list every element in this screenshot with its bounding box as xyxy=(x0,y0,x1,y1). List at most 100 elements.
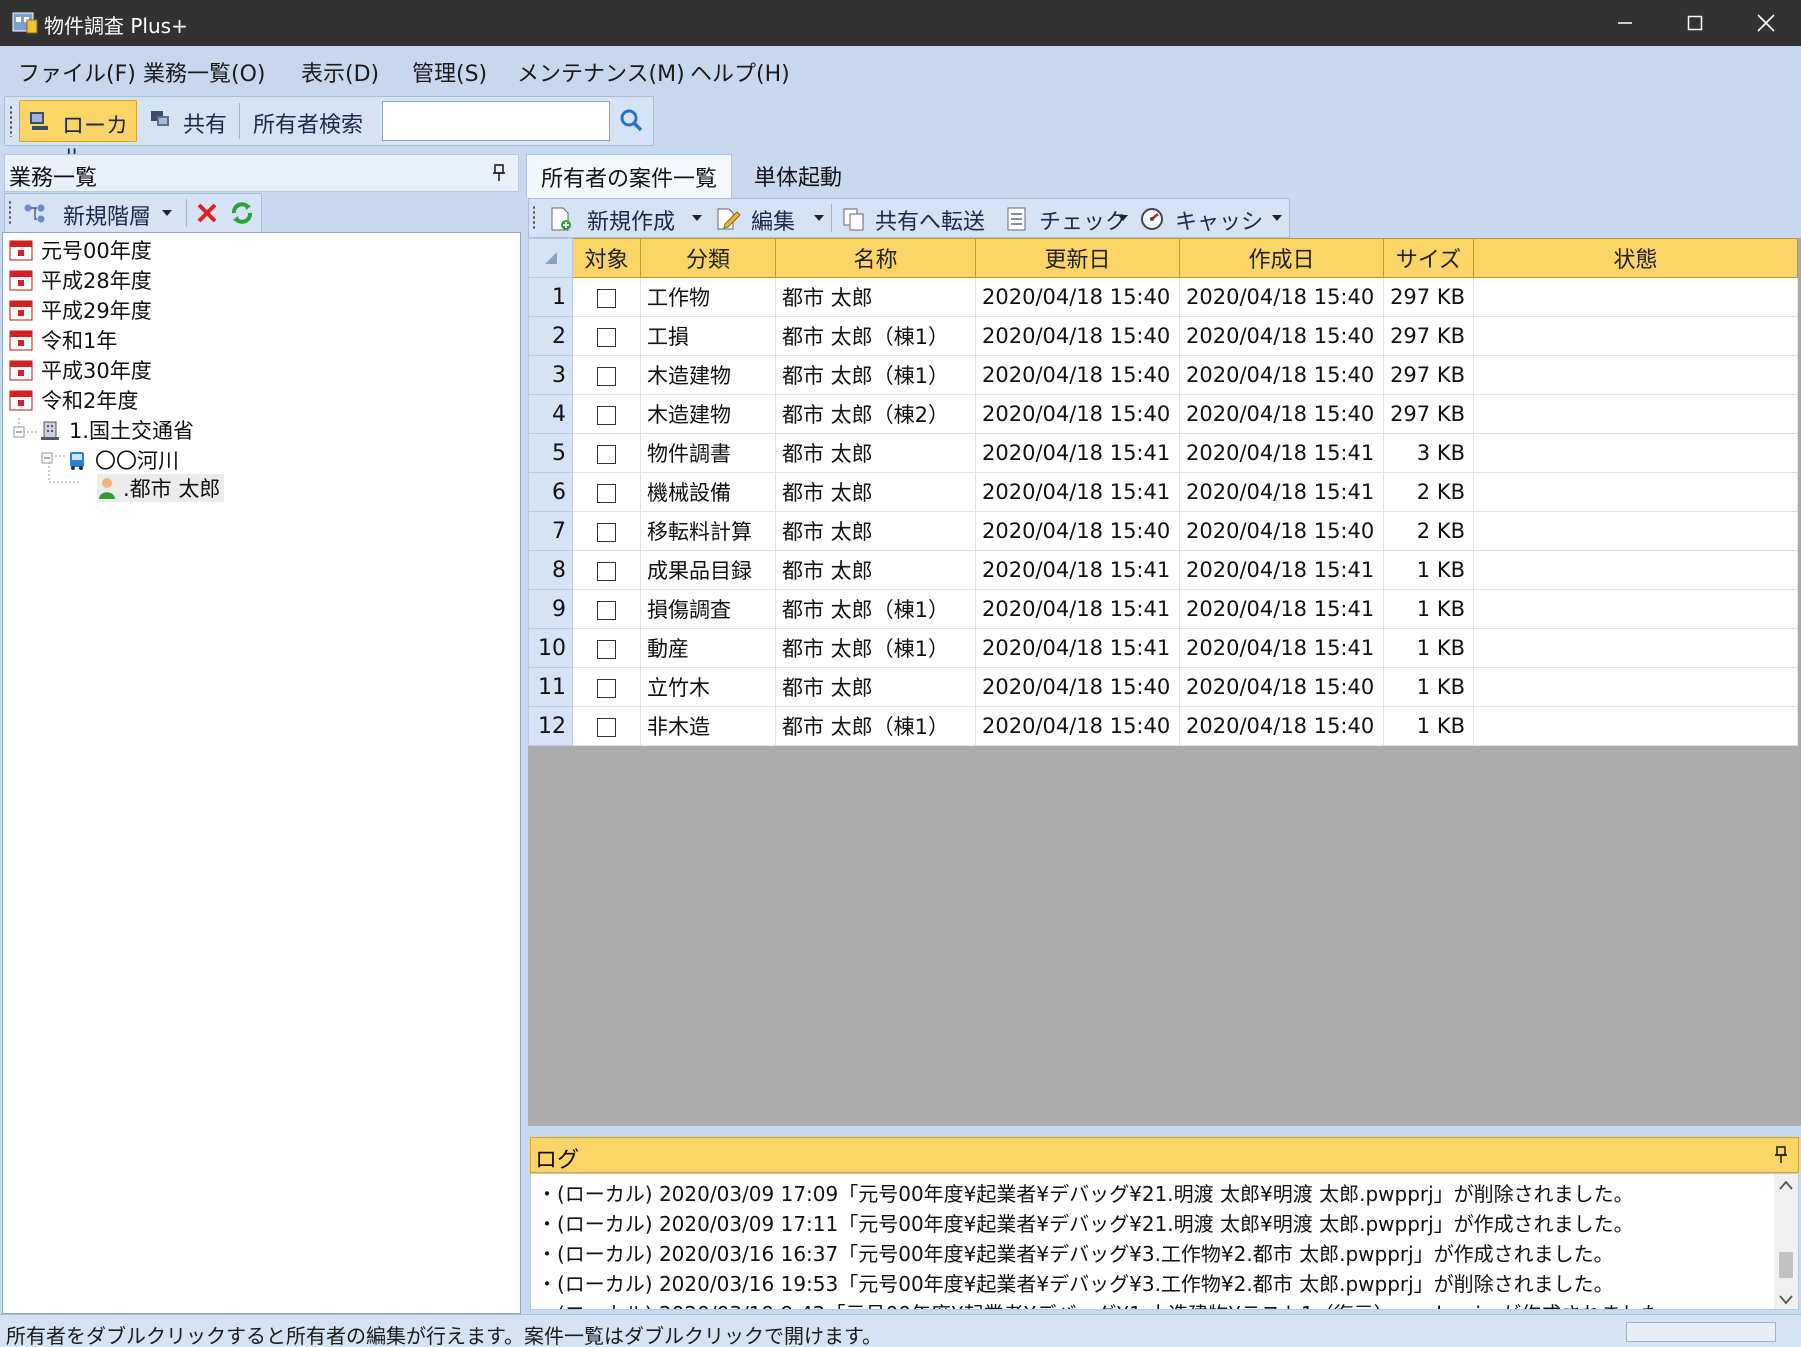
status-cell xyxy=(1473,316,1798,356)
scroll-down-icon[interactable] xyxy=(1779,1295,1793,1305)
menu-manage[interactable]: 管理(S) xyxy=(412,56,487,88)
tree-item-river[interactable]: 〇〇河川 xyxy=(67,446,179,474)
table-row[interactable]: 5 物件調書 都市 太郎 2020/04/18 15:41 2020/04/18 15:… xyxy=(528,433,1798,473)
cache-dropdown-icon[interactable] xyxy=(1271,213,1283,223)
row-checkbox[interactable] xyxy=(597,288,616,308)
new-level-button[interactable]: 新規階層 xyxy=(17,196,185,230)
column-header-target[interactable]: 対象 xyxy=(572,238,641,278)
maximize-icon xyxy=(1687,15,1703,31)
size-cell: 1 KB xyxy=(1383,628,1474,668)
cache-button[interactable]: キャッシュ xyxy=(1137,201,1273,267)
row-checkbox[interactable] xyxy=(597,600,616,620)
category-cell: 損傷調査 xyxy=(640,589,776,629)
toolbar-grip[interactable] xyxy=(9,105,13,137)
table-row[interactable]: 1 工作物 都市 太郎 2020/04/18 15:40 2020/04/18 15:4… xyxy=(528,277,1798,317)
owner-search-input[interactable] xyxy=(382,101,610,141)
row-checkbox[interactable] xyxy=(597,327,616,347)
row-checkbox[interactable] xyxy=(597,444,616,464)
projects-toolbar-grip[interactable] xyxy=(532,205,536,231)
table-row[interactable]: 11 立竹木 都市 太郎 2020/04/18 15:40 2020/04/18 15:… xyxy=(528,667,1798,707)
row-checkbox[interactable] xyxy=(597,639,616,659)
table-row[interactable]: 3 木造建物 都市 太郎（棟1） 2020/04/18 15:40 2020/04/18… xyxy=(528,355,1798,395)
table-row[interactable]: 12 非木造 都市 太郎（棟1） 2020/04/18 15:40 2020/04/18… xyxy=(528,706,1798,746)
menu-maintenance[interactable]: メンテナンス(M) xyxy=(517,56,685,88)
building-icon xyxy=(41,421,59,440)
row-checkbox[interactable] xyxy=(597,522,616,542)
new-level-label: 新規階層 xyxy=(63,205,152,230)
table-row[interactable]: 10 動産 都市 太郎（棟1） 2020/04/18 15:41 2020/04/18 … xyxy=(528,628,1798,668)
gauge-icon xyxy=(1141,208,1163,230)
new-create-button[interactable]: 新規作成 xyxy=(545,201,715,235)
updated-cell: 2020/04/18 15:41 xyxy=(975,550,1180,590)
column-header-created[interactable]: 作成日 xyxy=(1179,238,1384,278)
scroll-up-icon[interactable] xyxy=(1779,1180,1793,1190)
pin-icon[interactable] xyxy=(491,164,507,182)
status-cell xyxy=(1473,277,1798,317)
column-header-name[interactable]: 名称 xyxy=(775,238,976,278)
delete-icon[interactable] xyxy=(195,201,219,225)
search-button[interactable] xyxy=(614,103,650,139)
log-scrollbar[interactable] xyxy=(1774,1174,1798,1309)
check-label: チェック xyxy=(1039,210,1128,235)
column-header-updated[interactable]: 更新日 xyxy=(975,238,1180,278)
close-button[interactable] xyxy=(1731,0,1801,46)
table-row[interactable]: 4 木造建物 都市 太郎（棟2） 2020/04/18 15:40 2020/04/18… xyxy=(528,394,1798,434)
row-checkbox[interactable] xyxy=(597,483,616,503)
log-pin-icon[interactable] xyxy=(1773,1146,1789,1164)
new-level-dropdown-icon[interactable] xyxy=(161,208,173,218)
tab-owner-projects[interactable]: 所有者の案件一覧 xyxy=(526,154,733,198)
table-row[interactable]: 7 移転料計算 都市 太郎 2020/04/18 15:40 2020/04/18 15… xyxy=(528,511,1798,551)
maximize-button[interactable] xyxy=(1660,0,1730,46)
category-cell: 機械設備 xyxy=(640,472,776,512)
local-button[interactable]: ローカル xyxy=(19,100,137,171)
tree-item-year[interactable]: 平成30年度 xyxy=(9,356,152,384)
name-cell: 都市 太郎（棟2） xyxy=(775,394,976,434)
transfer-to-shared-button[interactable]: 共有へ転送 xyxy=(839,201,1001,235)
refresh-icon[interactable] xyxy=(229,200,255,226)
row-checkbox-cell xyxy=(572,628,641,668)
status-cell xyxy=(1473,433,1798,473)
tree-item-ministry[interactable]: 1.国土交通省 xyxy=(39,416,194,444)
tree-item-owner[interactable]: .都市 太郎 xyxy=(97,474,225,502)
menu-help[interactable]: ヘルプ(H) xyxy=(690,56,790,88)
tree-item-year[interactable]: 令和2年度 xyxy=(9,386,138,414)
computer-icon xyxy=(30,112,48,130)
tree-item-year[interactable]: 令和1年 xyxy=(9,326,117,354)
jobs-toolbar-grip[interactable] xyxy=(8,200,12,226)
menu-jobs[interactable]: 業務一覧(O) xyxy=(143,56,265,88)
table-row[interactable]: 6 機械設備 都市 太郎 2020/04/18 15:41 2020/04/18 15:… xyxy=(528,472,1798,512)
column-header-category[interactable]: 分類 xyxy=(640,238,776,278)
log-line: ・(ローカル) 2020/03/09 17:11「元号00年度¥起業者¥デバッグ… xyxy=(537,1212,1634,1236)
status-cell xyxy=(1473,394,1798,434)
window-title: 物件調査 Plus+ xyxy=(44,14,188,38)
row-checkbox-cell xyxy=(572,667,641,707)
table-row[interactable]: 9 損傷調査 都市 太郎（棟1） 2020/04/18 15:41 2020/04/18… xyxy=(528,589,1798,629)
updated-cell: 2020/04/18 15:40 xyxy=(975,277,1180,317)
table-row[interactable]: 2 工損 都市 太郎（棟1） 2020/04/18 15:40 2020/04/18 1… xyxy=(528,316,1798,356)
menu-view[interactable]: 表示(D) xyxy=(301,56,379,88)
updated-cell: 2020/04/18 15:40 xyxy=(975,394,1180,434)
check-dropdown-icon[interactable] xyxy=(1117,213,1129,223)
new-create-dropdown-icon[interactable] xyxy=(691,213,703,223)
select-all-corner[interactable] xyxy=(528,238,573,278)
column-header-status[interactable]: 状態 xyxy=(1473,238,1798,278)
tab-standalone-launch[interactable]: 単体起動 xyxy=(740,154,856,198)
table-row[interactable]: 8 成果品目録 都市 太郎 2020/04/18 15:41 2020/04/18 15… xyxy=(528,550,1798,590)
updated-cell: 2020/04/18 15:41 xyxy=(975,628,1180,668)
row-checkbox[interactable] xyxy=(597,717,616,737)
jobs-toolbar: 新規階層 xyxy=(4,193,262,233)
tree-item-year[interactable]: 平成28年度 xyxy=(9,266,152,294)
row-checkbox[interactable] xyxy=(597,678,616,698)
edit-dropdown-icon[interactable] xyxy=(813,213,825,223)
column-header-size[interactable]: サイズ xyxy=(1383,238,1474,278)
tree-item-year[interactable]: 元号00年度 xyxy=(9,236,152,264)
tree-item-year[interactable]: 平成29年度 xyxy=(9,296,152,324)
row-checkbox[interactable] xyxy=(597,561,616,581)
shared-button[interactable]: 共有 xyxy=(145,100,237,142)
scrollbar-thumb[interactable] xyxy=(1779,1252,1793,1278)
size-cell: 1 KB xyxy=(1383,589,1474,629)
minimize-button[interactable] xyxy=(1590,0,1660,46)
row-checkbox[interactable] xyxy=(597,405,616,425)
menu-file[interactable]: ファイル(F) xyxy=(18,56,136,88)
row-checkbox[interactable] xyxy=(597,366,616,386)
